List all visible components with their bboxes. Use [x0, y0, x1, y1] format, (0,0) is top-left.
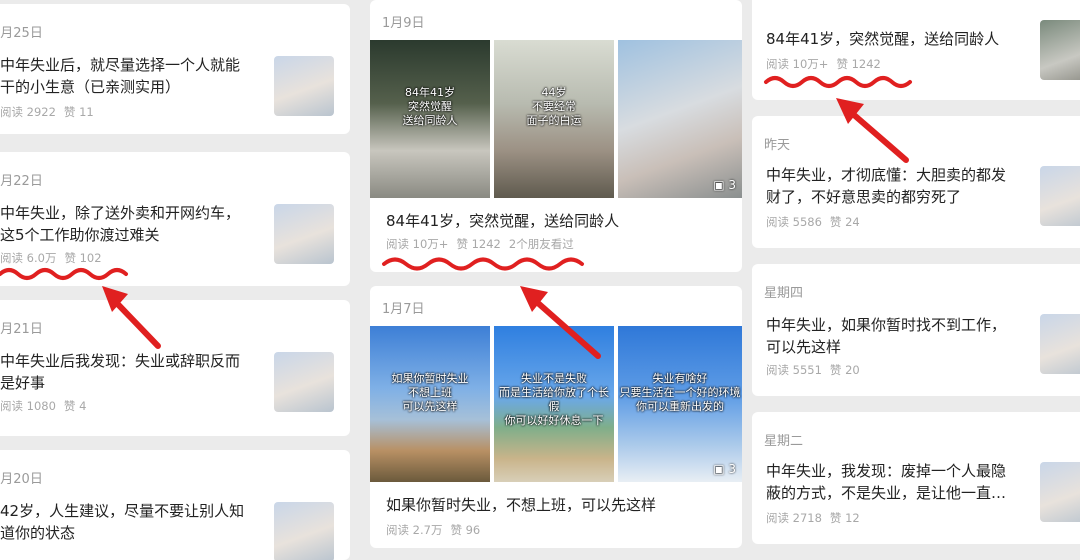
article-title[interactable]: 中年失业，才彻底懂：大胆卖的都发 财了，不好意思卖的都穷死了	[766, 164, 1036, 208]
read-count: 阅读 2.7万	[386, 523, 443, 537]
image-caption: 如果你暂时失业 不想上班 可以先这样	[391, 372, 469, 413]
read-count: 阅读 5586	[766, 215, 822, 229]
article-card[interactable]: 84年41岁，突然觉醒，送给同龄人 阅读 10万+ 赞 1242	[752, 0, 1080, 100]
right-column: 84年41岁，突然觉醒，送给同龄人 阅读 10万+ 赞 1242 昨天 中年失业，…	[752, 0, 1080, 548]
article-stats: 阅读 2922 赞 11	[0, 104, 102, 120]
like-count: 赞 20	[829, 363, 860, 377]
article-title[interactable]: 84年41岁，突然觉醒，送给同龄人	[766, 28, 1026, 50]
article-card[interactable]: 1月20日 42岁，人生建议，尽量不要让别人知 道你的状态	[0, 450, 350, 560]
article-stats: 阅读 10万+ 赞 1242 2个朋友看过	[386, 236, 582, 252]
article-image[interactable]: ▣ 3	[618, 40, 742, 198]
article-title[interactable]: 中年失业，如果你暂时找不到工作， 可以先这样	[766, 314, 1036, 358]
read-count: 阅读 1080	[0, 399, 56, 413]
article-thumbnail[interactable]	[1040, 462, 1080, 522]
article-stats: 阅读 5586 赞 24	[766, 214, 868, 230]
article-date: 1月21日	[0, 322, 43, 337]
article-image[interactable]: 失业有啥好 只要生活在一个好的环境 你可以重新出发的 ▣ 3	[618, 326, 742, 482]
article-thumbnail[interactable]	[1040, 314, 1080, 374]
article-title[interactable]: 中年失业，我发现：废掉一个人最隐 蔽的方式，不是失业，是让他一直…	[766, 460, 1036, 504]
article-stats: 阅读 2.7万赞 96	[386, 522, 488, 538]
like-count: 赞 24	[829, 215, 860, 229]
image-count: ▣ 3	[713, 462, 736, 476]
gallery-icon: ▣	[713, 178, 725, 192]
left-column: 1月25日 中年失业后，就尽量选择一个人就能 干的小生意（已亲测实用） 阅读 2…	[0, 0, 352, 560]
article-date: 1月25日	[0, 26, 43, 41]
article-image[interactable]: 84年41岁 突然觉醒 送给同龄人	[370, 40, 490, 198]
article-card[interactable]: 1月22日 中年失业，除了送外卖和开网约车， 这5个工作助你渡过难关 阅读 6.…	[0, 152, 350, 286]
article-card[interactable]: 昨天 中年失业，才彻底懂：大胆卖的都发 财了，不好意思卖的都穷死了 阅读 558…	[752, 116, 1080, 248]
image-caption: 84年41岁 突然觉醒 送给同龄人	[402, 86, 458, 127]
article-date: 星期四	[764, 286, 804, 301]
article-card[interactable]: 1月7日 如果你暂时失业 不想上班 可以先这样 失业不是失败 而是生活给你放了个…	[370, 286, 742, 548]
article-date: 1月22日	[0, 174, 43, 189]
gallery-icon: ▣	[713, 462, 725, 476]
article-image[interactable]: 如果你暂时失业 不想上班 可以先这样	[370, 326, 490, 482]
article-title[interactable]: 42岁，人生建议，尽量不要让别人知 道你的状态	[0, 500, 262, 544]
read-count: 阅读 10万+	[386, 237, 449, 251]
article-date: 星期二	[764, 434, 804, 449]
article-stats: 阅读 5551 赞 20	[766, 362, 868, 378]
like-count: 赞 4	[63, 399, 87, 413]
article-thumbnail[interactable]	[274, 56, 334, 116]
article-stats: 阅读 6.0万赞 102	[0, 250, 110, 266]
article-thumbnail[interactable]	[1040, 166, 1080, 226]
read-count: 阅读 2718	[766, 511, 822, 525]
article-card[interactable]: 星期二 中年失业，我发现：废掉一个人最隐 蔽的方式，不是失业，是让他一直… 阅读…	[752, 412, 1080, 544]
article-card[interactable]: 星期四 中年失业，如果你暂时找不到工作， 可以先这样 阅读 5551 赞 20	[752, 264, 1080, 396]
article-image[interactable]: 44岁 不要经常 面子的白运	[494, 40, 614, 198]
middle-column: 1月9日 84年41岁 突然觉醒 送给同龄人 44岁 不要经常 面子的白运 ▣ …	[370, 0, 742, 548]
article-title[interactable]: 84年41岁，突然觉醒，送给同龄人	[386, 210, 726, 232]
article-thumbnail[interactable]	[274, 204, 334, 264]
like-count: 赞 1242	[456, 237, 501, 251]
article-title[interactable]: 中年失业后我发现：失业或辞职反而 是好事	[0, 350, 262, 394]
image-caption: 44岁 不要经常 面子的白运	[526, 86, 582, 127]
article-stats: 阅读 10万+ 赞 1242	[766, 56, 889, 72]
article-image[interactable]: 失业不是失败 而是生活给你放了个长假 你可以好好休息一下	[494, 326, 614, 482]
article-stats: 阅读 2718 赞 12	[766, 510, 868, 526]
read-count: 阅读 10万+	[766, 57, 829, 71]
image-caption: 失业有啥好 只要生活在一个好的环境 你可以重新出发的	[619, 372, 741, 413]
like-count: 赞 96	[450, 523, 481, 537]
article-title[interactable]: 中年失业后，就尽量选择一个人就能 干的小生意（已亲测实用）	[0, 54, 260, 98]
friends-viewed: 2个朋友看过	[508, 237, 574, 251]
article-title[interactable]: 中年失业，除了送外卖和开网约车， 这5个工作助你渡过难关	[0, 202, 265, 246]
article-title[interactable]: 如果你暂时失业，不想上班，可以先这样	[386, 494, 726, 516]
like-count: 赞 1242	[836, 57, 881, 71]
like-count: 赞 102	[64, 251, 102, 265]
read-count: 阅读 2922	[0, 105, 56, 119]
article-date: 昨天	[764, 138, 791, 153]
image-count: ▣ 3	[713, 178, 736, 192]
article-thumbnail[interactable]	[274, 502, 334, 560]
article-card[interactable]: 1月21日 中年失业后我发现：失业或辞职反而 是好事 阅读 1080 赞 4	[0, 300, 350, 436]
article-card[interactable]: 1月25日 中年失业后，就尽量选择一个人就能 干的小生意（已亲测实用） 阅读 2…	[0, 4, 350, 134]
article-stats: 阅读 1080 赞 4	[0, 398, 94, 414]
article-card[interactable]: 1月9日 84年41岁 突然觉醒 送给同龄人 44岁 不要经常 面子的白运 ▣ …	[370, 0, 742, 272]
like-count: 赞 11	[63, 105, 94, 119]
image-caption: 失业不是失败 而是生活给你放了个长假 你可以好好休息一下	[499, 372, 609, 427]
read-count: 阅读 5551	[766, 363, 822, 377]
article-thumbnail[interactable]	[1040, 20, 1080, 80]
read-count: 阅读 6.0万	[0, 251, 57, 265]
article-thumbnail[interactable]	[274, 352, 334, 412]
like-count: 赞 12	[829, 511, 860, 525]
article-date: 1月9日	[382, 16, 425, 31]
article-date: 1月20日	[0, 472, 43, 487]
article-date: 1月7日	[382, 302, 425, 317]
